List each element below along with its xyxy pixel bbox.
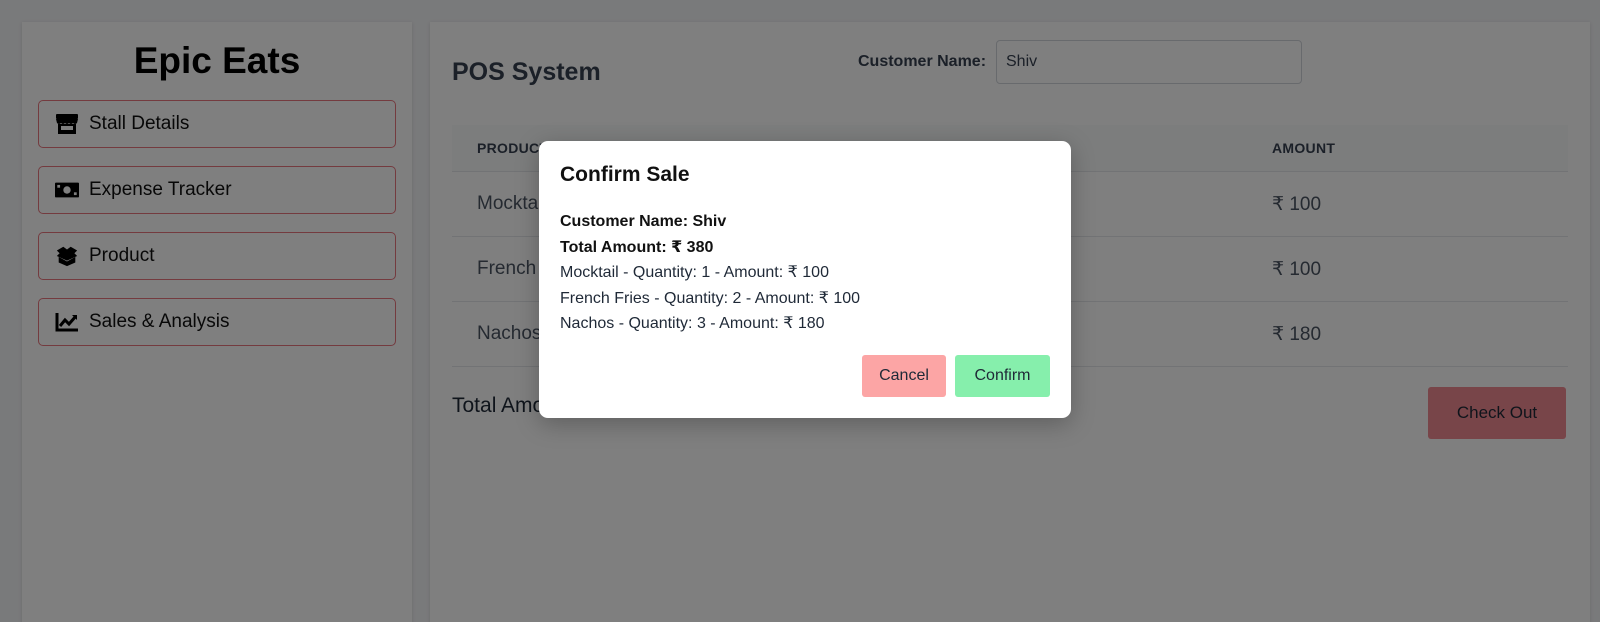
dialog-title: Confirm Sale: [560, 163, 690, 186]
cancel-button[interactable]: Cancel: [862, 355, 946, 397]
dialog-item-line: Mocktail - Quantity: 1 - Amount: ₹ 100: [560, 264, 829, 281]
dialog-actions: Cancel Confirm: [862, 355, 1050, 397]
confirm-button[interactable]: Confirm: [955, 355, 1050, 397]
dialog-item-line: Nachos - Quantity: 3 - Amount: ₹ 180: [560, 315, 825, 332]
confirm-sale-dialog: Confirm Sale Customer Name: Shiv Total A…: [539, 141, 1071, 418]
dialog-item-line: French Fries - Quantity: 2 - Amount: ₹ 1…: [560, 289, 861, 307]
dialog-total-amount: Total Amount: ₹ 380: [560, 238, 714, 256]
dialog-customer-name: Customer Name: Shiv: [560, 213, 727, 230]
app: Epic Eats Stall Details: [0, 0, 1600, 622]
